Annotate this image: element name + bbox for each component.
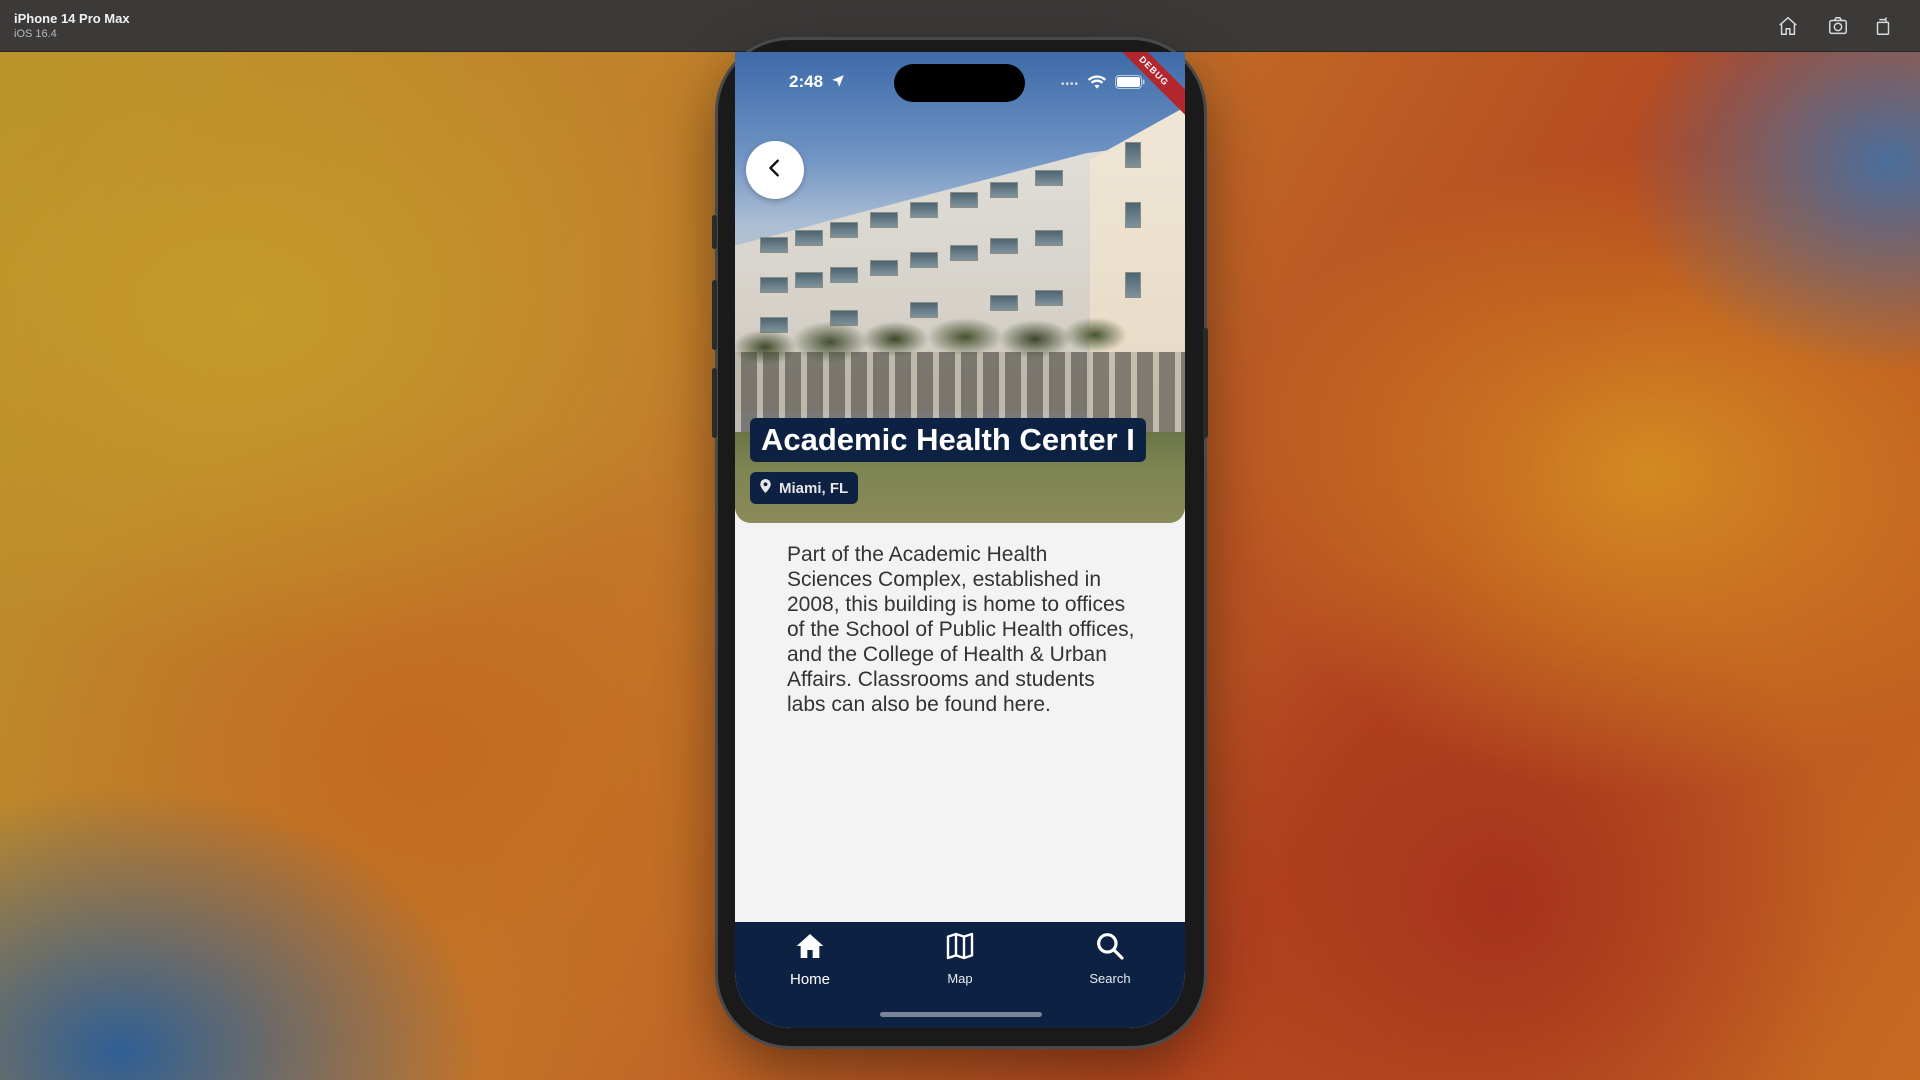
building-window <box>830 267 858 283</box>
building-window <box>830 222 858 238</box>
nav-item-home[interactable]: Home <box>755 930 865 990</box>
location-arrow-icon <box>831 73 845 93</box>
building-hero-image: 2:48 •••• DEBUG Academic Health Center I <box>735 52 1185 523</box>
location-text: Miami, FL <box>779 479 849 497</box>
building-window <box>1035 230 1063 246</box>
building-window <box>1035 290 1063 306</box>
building-window <box>910 202 938 218</box>
home-icon[interactable] <box>1774 12 1802 40</box>
building-window <box>990 238 1018 254</box>
chevron-left-icon <box>764 157 786 184</box>
building-window <box>795 272 823 288</box>
building-description: Part of the Academic Health Sciences Com… <box>787 543 1135 716</box>
building-window <box>910 302 938 318</box>
building-window <box>990 295 1018 311</box>
palm-trees <box>735 317 1185 427</box>
building-window <box>870 260 898 276</box>
nav-item-label: Home <box>789 971 830 988</box>
building-window <box>1035 170 1063 186</box>
nav-item-label: Search <box>1089 971 1131 986</box>
battery-icon <box>1115 75 1145 94</box>
building-title: Academic Health Center I <box>750 418 1146 462</box>
volume-down-button <box>712 368 717 438</box>
back-button[interactable] <box>746 141 804 199</box>
status-time-text: 2:48 <box>789 72 824 91</box>
building-window <box>760 277 788 293</box>
building-window <box>1125 272 1141 298</box>
volume-up-button <box>712 280 717 350</box>
nav-item-search[interactable]: Search <box>1055 930 1165 990</box>
cellular-signal-icon: •••• <box>1060 79 1079 90</box>
building-window <box>1125 142 1141 168</box>
building-window <box>1125 202 1141 228</box>
building-window <box>950 245 978 261</box>
phone-screen: 2:48 •••• DEBUG Academic Health Center I <box>735 52 1185 1028</box>
simulator-device-name: iPhone 14 Pro Max <box>14 11 130 26</box>
building-window <box>795 230 823 246</box>
wifi-icon <box>1087 74 1107 95</box>
status-indicators: •••• <box>1061 74 1145 95</box>
rotate-icon[interactable] <box>1869 12 1897 40</box>
nav-item-map[interactable]: Map <box>905 930 1015 990</box>
dynamic-island <box>894 64 1025 102</box>
map-icon <box>944 930 976 967</box>
location-badge: Miami, FL <box>750 472 859 504</box>
screenshot-icon[interactable] <box>1824 12 1852 40</box>
map-pin-icon <box>760 479 771 497</box>
power-button <box>1203 328 1208 438</box>
building-window <box>760 237 788 253</box>
nav-item-label: Map <box>947 971 973 986</box>
home-indicator[interactable] <box>880 1012 1042 1017</box>
building-window <box>990 182 1018 198</box>
silent-switch <box>712 215 717 249</box>
simulator-os-version: iOS 16.4 <box>14 28 57 40</box>
building-window <box>910 252 938 268</box>
search-icon <box>1094 930 1126 967</box>
status-time: 2:48 <box>789 72 845 93</box>
building-window <box>950 192 978 208</box>
building-window <box>870 212 898 228</box>
home-icon <box>794 930 826 967</box>
